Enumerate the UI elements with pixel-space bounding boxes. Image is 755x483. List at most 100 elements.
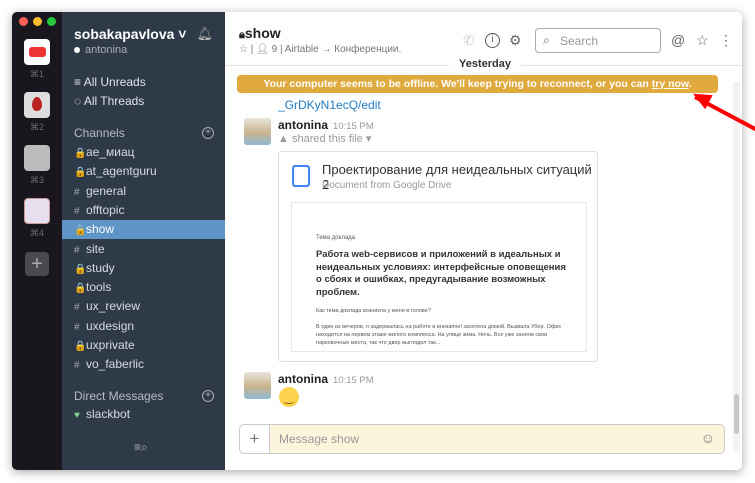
- add-team-button[interactable]: +: [25, 252, 49, 276]
- team-shortcut: ⌘3: [29, 175, 44, 185]
- bell-icon[interactable]: 🔔︎: [196, 26, 213, 42]
- preview-label: Тема доклада: [316, 235, 355, 241]
- avatar[interactable]: [244, 372, 271, 399]
- channel-label: study: [86, 260, 115, 275]
- channel-meta: ☆ | 👤︎ 9 | Airtable → Конференции.: [239, 44, 402, 55]
- minimize-button[interactable]: [33, 17, 42, 26]
- file-preview[interactable]: Тема доклада Работа web-сервисов и прило…: [291, 202, 587, 352]
- dm-slackbot[interactable]: ♥ slackbot: [62, 405, 225, 424]
- channel-ux_review[interactable]: # ux_review: [62, 297, 225, 316]
- channel-offtopic[interactable]: # offtopic: [62, 201, 225, 220]
- channel-site[interactable]: # site: [62, 240, 225, 259]
- channel-title[interactable]: 🔒︎show: [239, 25, 281, 42]
- file-card[interactable]: Проектирование для неидеальных ситуаций …: [278, 151, 598, 362]
- attach-button[interactable]: +: [240, 425, 270, 453]
- channel-show[interactable]: 🔒show: [62, 220, 225, 240]
- lock-icon: 🔒: [74, 263, 87, 275]
- message-author[interactable]: antonina: [278, 372, 328, 386]
- workspace-name[interactable]: sobakapavlova ˅: [74, 26, 186, 42]
- add-channel-icon[interactable]: +: [202, 127, 214, 139]
- team-2[interactable]: [24, 92, 50, 118]
- dm-heading[interactable]: Direct Messages: [74, 389, 163, 403]
- gear-icon[interactable]: ⚙: [509, 32, 522, 49]
- channel-vo_faberlic[interactable]: # vo_faberlic: [62, 355, 225, 374]
- drive-icon: ▲: [278, 133, 292, 145]
- mentions-icon[interactable]: @: [671, 32, 685, 48]
- members-icon[interactable]: 👤︎: [256, 44, 269, 55]
- channel-tools[interactable]: 🔒tools: [62, 278, 225, 297]
- message-time[interactable]: 10:15 PM: [333, 375, 374, 386]
- channel-label: uxprivate: [86, 338, 135, 352]
- team-shortcut: ⌘4: [29, 228, 44, 238]
- dm-label: slackbot: [86, 407, 131, 421]
- search-input[interactable]: ⌕ Search: [535, 28, 661, 53]
- offline-banner: Your computer seems to be offline. We'll…: [237, 75, 718, 93]
- preview-question: Как тема доклада возникла у меня в голов…: [316, 308, 431, 314]
- message-header: antonina 10:15 PM: [278, 118, 374, 132]
- preview-body: В один из вечеров, я задержалась на рабо…: [316, 324, 562, 346]
- channel-general[interactable]: # general: [62, 182, 225, 201]
- lock-icon: 🔒: [74, 283, 87, 295]
- channels-heading[interactable]: Channels: [74, 126, 125, 140]
- presence-icon: [74, 47, 80, 53]
- shared-text: shared this file ▾: [291, 133, 372, 145]
- scrollbar-thumb[interactable]: [734, 394, 739, 434]
- channel-label: ae_миац: [86, 145, 135, 159]
- starred-icon[interactable]: ☆: [696, 32, 709, 49]
- shared-file-action[interactable]: ▲ shared this file ▾: [278, 132, 371, 145]
- channel-at_agentguru[interactable]: 🔒at_agentguru: [62, 162, 225, 181]
- file-source: Document from Google Drive: [322, 180, 452, 191]
- channel-view: 🔒︎show ☆ | 👤︎ 9 | Airtable → Конференции…: [225, 12, 742, 470]
- channel-study[interactable]: 🔒study: [62, 259, 225, 278]
- hash-icon: #: [74, 360, 80, 372]
- info-icon[interactable]: i: [485, 33, 500, 48]
- avatar[interactable]: [244, 118, 271, 145]
- channel-label: tools: [86, 280, 112, 295]
- message-input[interactable]: Message show: [279, 432, 359, 446]
- more-icon[interactable]: ⋮: [719, 32, 733, 49]
- scrollbar[interactable]: [733, 82, 740, 452]
- close-button[interactable]: [19, 17, 28, 26]
- star-icon[interactable]: ☆: [239, 44, 248, 55]
- hash-icon: #: [74, 302, 80, 314]
- channel-uxdesign[interactable]: # uxdesign: [62, 317, 225, 336]
- channel-ae_миац[interactable]: 🔒ae_миац: [62, 143, 225, 162]
- offline-message: Your computer seems to be offline. We'll…: [263, 78, 652, 90]
- try-now-link[interactable]: try now: [652, 78, 689, 90]
- doc-link[interactable]: _GrDKyN1ecQ/edit: [278, 98, 381, 112]
- channel-sidebar: sobakapavlova ˅ antonina 🔔︎ ≡ All Unread…: [62, 12, 225, 470]
- drop-logo-icon: [32, 97, 42, 111]
- all-unreads[interactable]: ≡ All Unreads: [74, 75, 146, 89]
- channel-label: at_agentguru: [86, 164, 157, 179]
- preview-heading: Работа web-сервисов и приложений в идеал…: [316, 249, 566, 298]
- message-time[interactable]: 10:15 PM: [333, 121, 374, 132]
- team-1[interactable]: [24, 39, 50, 65]
- emoji-picker-icon[interactable]: ☺: [701, 430, 715, 446]
- search-icon: ⌕: [543, 33, 550, 47]
- zoom-button[interactable]: [47, 17, 56, 26]
- all-threads[interactable]: ◌ All Threads: [74, 94, 144, 108]
- slack-window: ⌘1 ⌘2 ⌘3 ⌘4 + sobakapavlova ˅ antonina 🔔…: [12, 12, 742, 470]
- team-shortcut: ⌘1: [29, 69, 44, 79]
- add-dm-icon[interactable]: +: [202, 390, 214, 402]
- message-composer[interactable]: + Message show ☺: [239, 424, 725, 454]
- channel-label: general: [86, 183, 127, 198]
- team-3[interactable]: [24, 145, 50, 171]
- date-divider: Yesterday: [449, 58, 521, 70]
- channel-label: show: [86, 222, 115, 237]
- lock-icon: 🔒: [74, 167, 87, 179]
- smile-emoji-icon: ‿: [279, 387, 299, 407]
- quick-switcher-icon[interactable]: ≡⌕: [134, 440, 148, 455]
- member-count[interactable]: 9: [272, 44, 278, 55]
- all-unreads-label: All Unreads: [83, 75, 146, 89]
- phone-icon[interactable]: ✆: [463, 32, 475, 49]
- channel-label: uxdesign: [86, 318, 135, 333]
- channel-uxprivate[interactable]: 🔒uxprivate: [62, 336, 225, 355]
- channel-topic[interactable]: Airtable → Конференции.: [285, 44, 401, 55]
- channel-label: offtopic: [86, 202, 125, 217]
- message-author[interactable]: antonina: [278, 118, 328, 132]
- hash-icon: #: [74, 244, 80, 256]
- lock-icon: 🔒: [74, 225, 87, 237]
- team-switcher: ⌘1 ⌘2 ⌘3 ⌘4 +: [12, 12, 62, 470]
- team-4[interactable]: [24, 198, 50, 224]
